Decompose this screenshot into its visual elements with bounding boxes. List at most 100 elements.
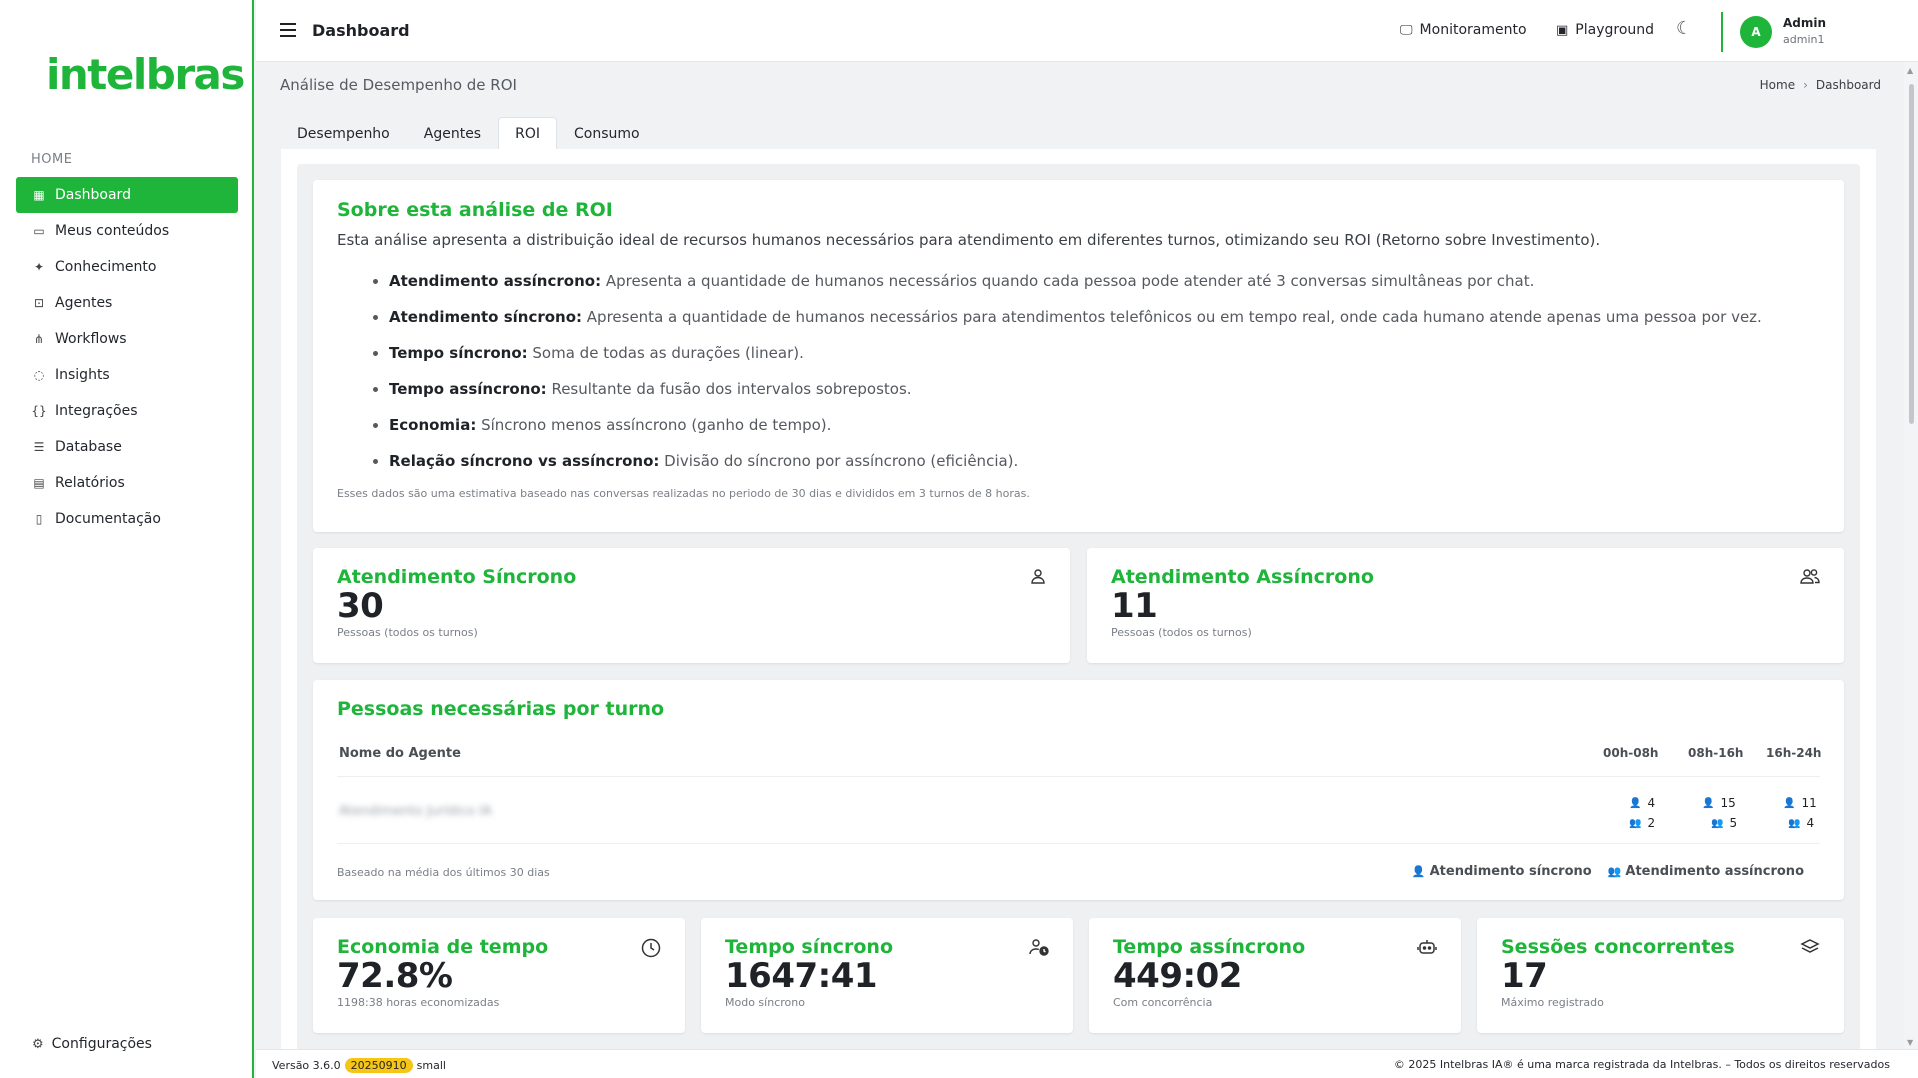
tab-agentes[interactable]: Agentes xyxy=(407,117,498,149)
size-label: small xyxy=(416,1059,446,1072)
sidebar: intelbras HOME ▦ Dashboard ▭ Meus conteúdo… xyxy=(0,0,254,1078)
column-header-shift: 00h-08h xyxy=(1603,746,1659,760)
sidebar-item-label: Meus conteúdos xyxy=(55,223,170,239)
scroll-up-icon[interactable]: ▲ xyxy=(1907,66,1913,75)
playground-link[interactable]: ▣ Playground xyxy=(1556,22,1654,38)
divider xyxy=(337,776,1820,777)
sidebar-item-configuracoes[interactable]: ⚙ Configurações xyxy=(32,1036,152,1052)
about-title: Sobre esta análise de ROI xyxy=(337,199,613,221)
user-name[interactable]: Admin xyxy=(1783,16,1826,30)
tab-content: Sobre esta análise de ROI Esta análise a… xyxy=(281,149,1876,1064)
shift-legend: 👤 Atendimento síncrono 👥 Atendimento assín… xyxy=(1412,864,1804,879)
sidebar-item-label: Documentação xyxy=(55,511,161,527)
shift-sync-value: 👤 15 xyxy=(1702,796,1736,810)
avatar[interactable]: A xyxy=(1740,16,1772,48)
users-icon: 👥 xyxy=(1629,817,1642,829)
sidebar-item-label: Dashboard xyxy=(55,187,131,203)
shift-table-footnote: Baseado na média dos últimos 30 dias xyxy=(337,866,550,879)
breadcrumb: Home › Dashboard xyxy=(1760,78,1881,92)
user-divider xyxy=(1721,12,1723,52)
user-icon: 👤 xyxy=(1411,865,1426,878)
sidebar-item-label: Insights xyxy=(55,367,110,383)
topbar-title: Dashboard xyxy=(312,21,410,40)
legend-sync: 👤 Atendimento síncrono xyxy=(1411,864,1592,879)
concurrent-sessions-card: Sessões concorrentes 17 Máximo registrad… xyxy=(1477,918,1844,1033)
page-scrollbar[interactable]: ▲ ▼ xyxy=(1904,62,1918,1049)
version-info: Versão 3.6.0 20250910 small xyxy=(272,1058,446,1073)
tab-desempenho[interactable]: Desempenho xyxy=(280,117,407,149)
sidebar-item-documentacao[interactable]: ▯ Documentação xyxy=(16,501,238,537)
footer: Versão 3.6.0 20250910 small © 2025 Intel… xyxy=(256,1049,1918,1078)
card-title: Atendimento Síncrono xyxy=(337,566,577,588)
user-icon: 👤 xyxy=(1783,797,1796,809)
report-icon: ▤ xyxy=(33,476,45,490)
sidebar-item-workflows[interactable]: ⋔ Workflows xyxy=(16,321,238,357)
user-icon: 👤 xyxy=(1702,797,1715,809)
hamburger-menu-icon[interactable] xyxy=(280,23,296,37)
metric-value: 1647:41 xyxy=(725,956,878,996)
users-icon: 👥 xyxy=(1711,817,1724,829)
dark-mode-toggle-icon[interactable]: ☾ xyxy=(1676,18,1692,39)
tab-consumo[interactable]: Consumo xyxy=(557,117,657,149)
sidebar-item-agentes[interactable]: ⊡ Agentes xyxy=(16,285,238,321)
robot-icon: ⊡ xyxy=(33,296,45,310)
users-icon xyxy=(1800,568,1820,588)
about-list: Atendimento assíncrono: Apresenta a quan… xyxy=(337,271,1820,472)
sidebar-menu: ▦ Dashboard ▭ Meus conteúdos ✦ Conhecimento… xyxy=(16,177,238,537)
monitoramento-link[interactable]: 🖵 Monitoramento xyxy=(1400,22,1527,38)
sync-attendance-value: 30 xyxy=(337,586,384,626)
users-icon: 👥 xyxy=(1788,817,1801,829)
shift-sync-value: 👤 11 xyxy=(1783,796,1817,810)
bot-icon xyxy=(1417,938,1437,960)
build-badge: 20250910 xyxy=(344,1058,413,1073)
sidebar-item-label: Configurações xyxy=(51,1036,152,1052)
clock-icon xyxy=(641,938,661,962)
intelbras-logo[interactable]: intelbras xyxy=(46,50,245,99)
sidebar-item-label: Database xyxy=(55,439,122,455)
column-header-shift: 08h-16h xyxy=(1688,746,1744,760)
card-subtitle: Modo síncrono xyxy=(725,996,805,1009)
sidebar-item-label: Workflows xyxy=(55,331,127,347)
breadcrumb-current: Dashboard xyxy=(1815,78,1881,92)
menu-section-label: HOME xyxy=(31,152,73,167)
metric-value: 72.8% xyxy=(337,956,453,996)
playground-icon: ▣ xyxy=(1556,22,1569,38)
list-item: Atendimento assíncrono: Apresenta a quan… xyxy=(389,271,1820,292)
user-icon xyxy=(1030,568,1046,588)
sidebar-item-conhecimento[interactable]: ✦ Conhecimento xyxy=(16,249,238,285)
sidebar-item-database[interactable]: ☰ Database xyxy=(16,429,238,465)
sidebar-item-dashboard[interactable]: ▦ Dashboard xyxy=(16,177,238,213)
sidebar-item-meus-conteudos[interactable]: ▭ Meus conteúdos xyxy=(16,213,238,249)
sidebar-item-label: Integrações xyxy=(55,403,138,419)
gear-icon: ⚙ xyxy=(32,1036,44,1052)
card-title: Tempo síncrono xyxy=(725,936,894,958)
card-subtitle: Com concorrência xyxy=(1113,996,1213,1009)
sidebar-item-label: Conhecimento xyxy=(55,259,157,275)
workflow-icon: ⋔ xyxy=(33,332,45,346)
breadcrumb-home[interactable]: Home xyxy=(1760,78,1795,92)
grid-icon: ▦ xyxy=(33,188,45,202)
about-description: Esta análise apresenta a distribuição id… xyxy=(337,231,1601,249)
scroll-down-icon[interactable]: ▼ xyxy=(1907,1038,1913,1047)
divider xyxy=(337,843,1820,844)
chevron-right-icon: › xyxy=(1803,78,1808,92)
sidebar-item-relatorios[interactable]: ▤ Relatórios xyxy=(16,465,238,501)
database-icon: ☰ xyxy=(33,440,45,454)
lightbulb-icon: ◌ xyxy=(33,368,45,382)
shift-sync-value: 👤 4 xyxy=(1629,796,1656,810)
sidebar-item-label: Relatórios xyxy=(55,475,125,491)
tab-roi[interactable]: ROI xyxy=(498,117,557,149)
agent-name-blurred: Atendimento Jurídico IA xyxy=(339,804,492,819)
list-item: Tempo síncrono: Soma de todas as duraçõe… xyxy=(389,343,1820,364)
about-note: Esses dados são uma estimativa baseado n… xyxy=(337,487,1030,500)
sidebar-item-insights[interactable]: ◌ Insights xyxy=(16,357,238,393)
sidebar-item-integracoes[interactable]: {} Integrações xyxy=(16,393,238,429)
shift-async-value: 👥 4 xyxy=(1788,816,1815,830)
shift-async-value: 👥 5 xyxy=(1711,816,1738,830)
scrollbar-thumb[interactable] xyxy=(1909,84,1914,424)
list-item: Relação síncrono vs assíncrono: Divisão … xyxy=(389,451,1820,472)
card-subtitle: Pessoas (todos os turnos) xyxy=(1111,626,1252,639)
monitor-icon: 🖵 xyxy=(1400,22,1413,38)
list-item: Atendimento síncrono: Apresenta a quanti… xyxy=(389,307,1820,328)
users-icon: 👥 xyxy=(1607,865,1622,878)
